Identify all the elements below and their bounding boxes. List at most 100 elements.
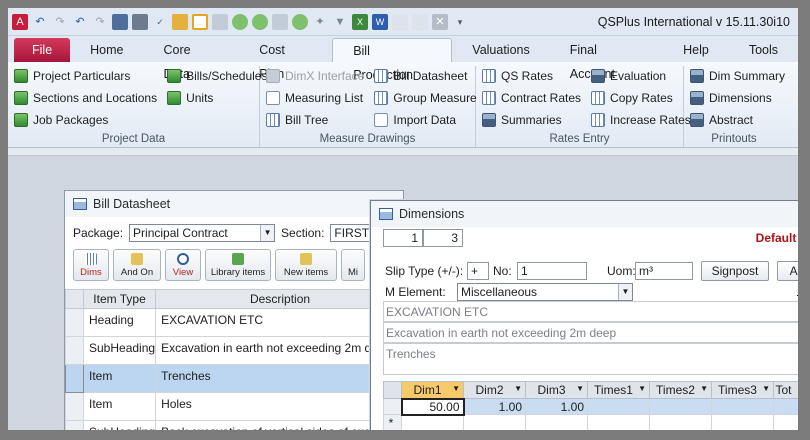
chevron-down-icon[interactable]: ▼ [700,384,708,393]
l-label[interactable]: L [797,283,798,297]
cell-description[interactable]: EXCAVATION ETC [155,308,405,337]
measuring-list-button[interactable]: Measuring List [266,88,364,107]
chevron-down-icon[interactable]: ▼ [452,384,460,393]
column-header-dim3[interactable]: Dim3 ▼ [525,381,588,399]
new-items-button[interactable]: New items [275,249,337,281]
run-icon[interactable] [292,13,308,30]
cell-item-type[interactable]: Item [82,392,157,421]
dimx-interface-button[interactable]: DimX Interface [266,66,364,85]
tab-tools[interactable]: Tools [729,38,798,62]
filter-icon[interactable]: ▼ [332,14,348,30]
group-measure-button[interactable]: Group Measure [374,88,477,107]
excel-icon[interactable]: X [352,13,368,30]
column-header-times2[interactable]: Times2 ▼ [649,381,712,399]
view-button[interactable]: View [165,249,201,281]
row-selector[interactable] [65,308,84,337]
cell-dim3[interactable] [525,414,588,430]
export-icon[interactable] [412,13,428,30]
bill-datasheet-button[interactable]: Bill Datasheet [374,66,476,85]
cell-times1[interactable] [587,398,650,415]
row-selector[interactable] [65,392,84,421]
no-field[interactable]: 1 [517,262,587,280]
chevron-down-icon[interactable]: ▼ [762,384,770,393]
cell-times3[interactable] [711,414,774,430]
row-selector[interactable] [65,420,84,430]
refresh2-icon[interactable] [252,13,268,30]
project-particulars-button[interactable]: Project Particulars [14,66,157,85]
cell-times2[interactable] [649,398,712,415]
open-folder-icon[interactable] [172,13,188,30]
customize-quick-access-icon[interactable]: ▾ [452,14,468,30]
record-current[interactable]: 1 [383,229,423,247]
table-row-selected[interactable]: Item Trenches [65,364,405,393]
cell-dim1[interactable] [401,414,464,430]
copy-rates-button[interactable]: Copy Rates [591,88,691,107]
cell-description[interactable]: Back excavation of vertical sides of exc… [155,420,405,430]
tab-home[interactable]: Home [70,38,143,62]
row-selector[interactable] [65,336,84,365]
cell-dim1[interactable]: 50.00 [400,397,465,416]
table-row[interactable]: SubHeading Excavation in earth not excee… [65,336,405,365]
dim-summary-button[interactable]: Dim Summary [690,66,785,85]
column-header-item-type[interactable]: Item Type [82,289,157,309]
form-view-icon[interactable] [192,13,208,30]
redo2-icon[interactable]: ↷ [92,14,108,30]
row-selector[interactable] [383,398,402,415]
dims-button[interactable]: Dims [73,249,109,281]
job-packages-button[interactable]: Job Packages [14,110,157,129]
table-row[interactable]: SubHeading Back excavation of vertical s… [65,420,405,430]
chevron-down-icon[interactable]: ▼ [638,384,646,393]
bill-tree-button[interactable]: Bill Tree [266,110,364,129]
tab-file[interactable]: File [14,38,71,62]
dimensions-print-button[interactable]: Dimensions [690,88,778,107]
chevron-down-icon[interactable]: ▼ [514,384,522,393]
cell-item-type[interactable]: SubHeading [82,336,157,365]
cell-item-type[interactable]: SubHeading [82,420,157,430]
signpost-button[interactable]: Signpost [701,261,769,281]
slip-type-field[interactable]: + [467,262,489,280]
dims-row[interactable]: 50.00 1.00 1.00 [383,397,798,416]
column-header-times3[interactable]: Times3 ▼ [711,381,774,399]
cell-total[interactable] [773,414,798,430]
tab-final-account[interactable]: Final Account [550,38,663,81]
column-header-dim2[interactable]: Dim2 ▼ [463,381,526,399]
more-button[interactable]: Mi [341,249,365,281]
tab-cost-plan[interactable]: Cost Plan [239,38,332,81]
sections-locations-button[interactable]: Sections and Locations [14,88,157,107]
filter-clear-icon[interactable]: ✦ [312,14,328,30]
summaries-button[interactable]: Summaries [482,110,581,129]
column-header-description[interactable]: Description [155,289,405,309]
evaluation-button[interactable]: Evaluation [591,66,691,85]
bills-schedules-button[interactable]: Bills/Schedules [167,66,267,85]
cell-description[interactable]: Trenches [155,364,405,393]
abstract-button[interactable]: Abstract [690,110,778,129]
library-items-button[interactable]: Library items [205,249,271,281]
tab-help[interactable]: Help [663,38,729,62]
increase-rates-button[interactable]: Increase Rates [591,110,691,129]
cell-dim2[interactable] [463,414,526,430]
dims-new-row[interactable]: * [383,414,798,430]
tab-core-data[interactable]: Core Data [144,38,240,81]
units-button[interactable]: Units [167,88,267,107]
spelling-icon[interactable]: ✓ [152,14,168,30]
undo-icon[interactable]: ↶ [32,14,48,30]
cell-item-type[interactable]: Item [82,364,157,393]
uom-field[interactable]: m³ [635,262,693,280]
chevron-down-icon[interactable]: ▼ [618,284,632,300]
close-form-icon[interactable]: ✕ [432,13,448,30]
row-selector[interactable] [65,364,84,393]
new-row-marker[interactable]: * [383,414,402,430]
contract-rates-button[interactable]: Contract Rates [482,88,581,107]
table-icon[interactable] [272,13,288,30]
cell-item-type[interactable]: Heading [82,308,157,337]
column-header-dim1[interactable]: Dim1 ▼ [401,381,464,399]
table-row[interactable]: Heading EXCAVATION ETC [65,308,405,337]
refresh-icon[interactable] [232,13,248,30]
find-icon[interactable] [392,13,408,30]
cell-description[interactable]: Holes [155,392,405,421]
column-header-times1[interactable]: Times1 ▼ [587,381,650,399]
and-on-button[interactable]: And On [113,249,161,281]
cell-times2[interactable] [649,414,712,430]
cell-total[interactable] [773,398,798,415]
tab-bill-production[interactable]: Bill Production [332,38,453,82]
